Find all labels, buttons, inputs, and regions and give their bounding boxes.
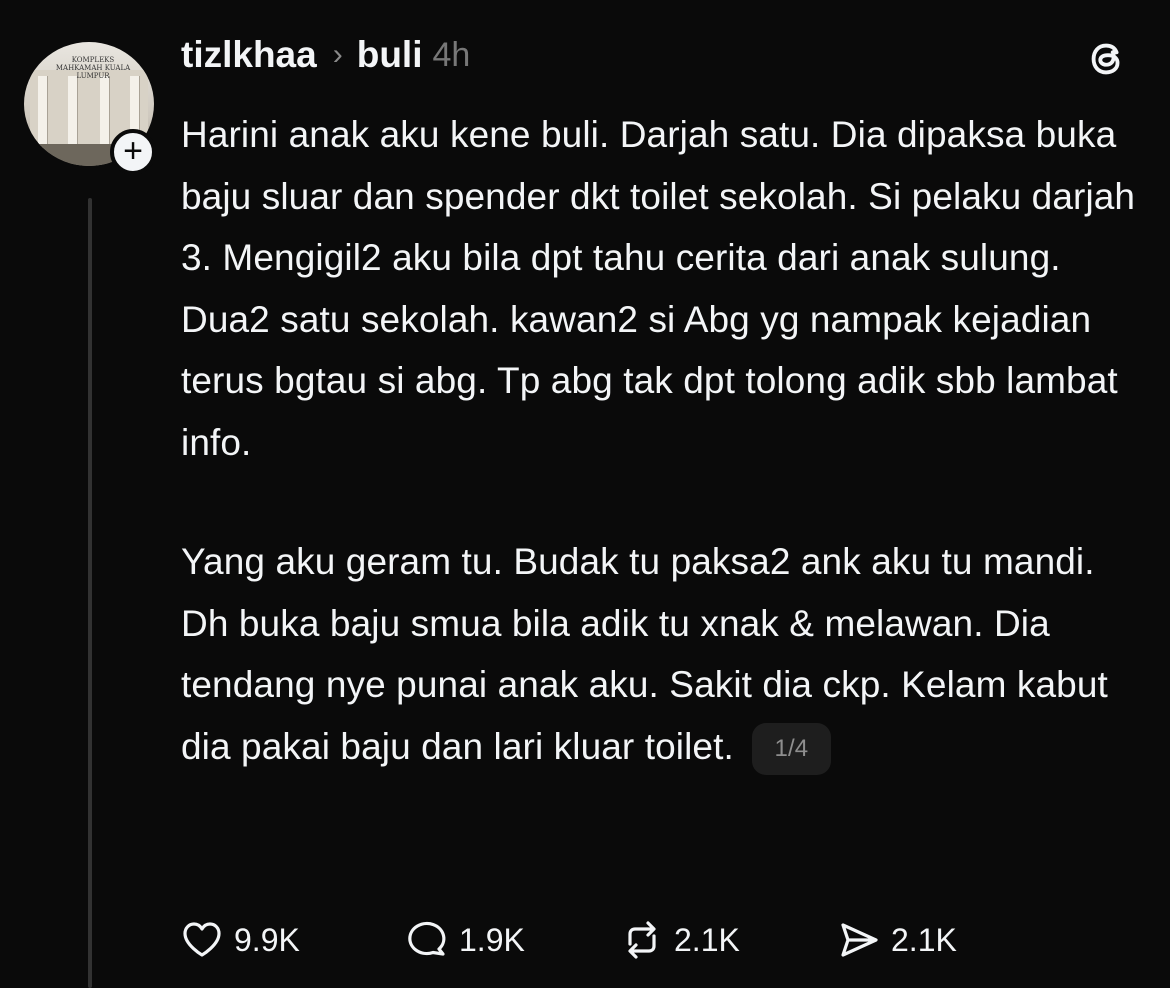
chevron-right-icon: ›: [332, 38, 343, 71]
page-indicator-badge[interactable]: 1/4: [751, 722, 831, 775]
comment-icon: [408, 921, 446, 956]
avatar-column: [100, 76, 109, 146]
follow-plus-button[interactable]: +: [110, 129, 156, 175]
post-paragraph: Yang aku geram tu. Budak tu paksa2 ank a…: [181, 531, 1141, 777]
plus-icon: +: [123, 132, 143, 170]
post-header: tizlkhaa › buli 4h: [181, 30, 470, 80]
thread-line: [88, 198, 92, 988]
heart-icon: [183, 922, 221, 957]
avatar-column: [38, 76, 47, 146]
avatar-sign-text: KOMPLEKS MAHKAMAH KUALA LUMPUR: [55, 56, 131, 80]
share-button[interactable]: 2.1K: [837, 912, 957, 968]
repost-button[interactable]: 2.1K: [620, 912, 740, 968]
share-count: 2.1K: [891, 921, 957, 958]
post-body: Harini anak aku kene buli. Darjah satu. …: [181, 104, 1141, 777]
reply-count: 1.9K: [459, 921, 525, 958]
post-paragraph: Harini anak aku kene buli. Darjah satu. …: [181, 114, 1136, 463]
post-time: 4h: [432, 35, 471, 74]
post-paragraph-text: Yang aku geram tu. Budak tu paksa2 ank a…: [181, 541, 1108, 767]
repost-icon: [628, 921, 656, 959]
reply-button[interactable]: 1.9K: [405, 912, 525, 968]
repost-count: 2.1K: [674, 921, 740, 958]
avatar-column: [68, 76, 77, 146]
topic-tag[interactable]: buli: [357, 34, 423, 76]
like-count: 9.9K: [234, 921, 300, 958]
username[interactable]: tizlkhaa: [181, 34, 317, 76]
send-icon: [841, 923, 878, 957]
threads-logo-icon[interactable]: [1084, 36, 1130, 82]
like-button[interactable]: 9.9K: [180, 912, 300, 968]
